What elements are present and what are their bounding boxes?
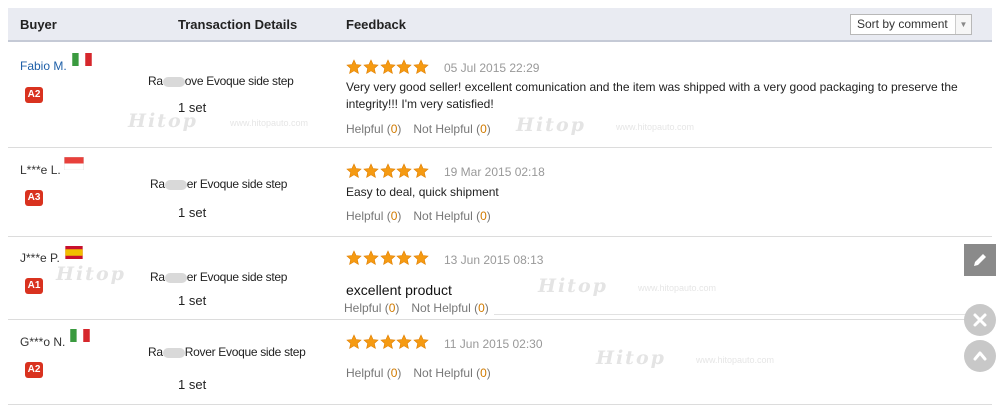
buyer-name: J***e P. (20, 251, 60, 265)
star-icon (346, 59, 362, 75)
transaction-column-header: Transaction Details (178, 17, 298, 32)
not-helpful-button[interactable]: Not Helpful (0) (411, 301, 488, 315)
star-icon (396, 250, 413, 266)
buyer-name: L***e L. (20, 163, 61, 177)
star-rating (346, 59, 430, 75)
star-icon (413, 163, 429, 179)
star-icon (346, 250, 362, 266)
star-icon (346, 334, 362, 350)
star-icon (363, 59, 379, 75)
chevron-down-icon[interactable]: ▼ (955, 15, 971, 34)
star-icon (413, 59, 429, 75)
star-icon (396, 59, 413, 75)
buyer-name-link[interactable]: Fabio M. (20, 59, 67, 73)
quantity: 1 set (178, 377, 207, 392)
watermark-url: www.hitopauto.com (230, 118, 309, 128)
helpful-button[interactable]: Helpful (0) (346, 366, 401, 380)
star-icon (396, 334, 413, 350)
review-date: 11 Jun 2015 02:30 (444, 337, 543, 351)
table-row: L***e L. A3 Ra er Evoque side step 1 set … (8, 148, 992, 237)
back-to-top-button[interactable] (964, 340, 996, 372)
chevron-up-icon (973, 351, 987, 361)
edit-button[interactable] (964, 244, 996, 276)
star-icon (379, 334, 396, 350)
watermark-logo: Hitop (538, 275, 608, 297)
helpful-button[interactable]: Helpful (0) (346, 122, 401, 136)
buyer-level-badge: A2 (25, 362, 43, 378)
watermark-url: www.hitopauto.com (616, 122, 695, 132)
buyer-column-header: Buyer (20, 17, 57, 32)
watermark-logo: Hitop (516, 114, 586, 136)
pencil-icon (974, 254, 986, 266)
product-name: Ra Rover Evoque side step (148, 345, 306, 359)
table-row: G***o N. A2 Ra Rover Evoque side step 1 s… (8, 320, 992, 405)
table-row: Fabio M. A2 Ra ove Evoque side step 1 set… (8, 44, 992, 148)
star-icon (379, 250, 396, 266)
star-rating (346, 250, 430, 266)
buyer-level-badge: A2 (25, 87, 43, 103)
star-icon (379, 59, 396, 75)
not-helpful-button[interactable]: Not Helpful (0) (413, 122, 490, 136)
star-icon (396, 163, 413, 179)
review-date: 19 Mar 2015 02:18 (444, 165, 545, 179)
watermark-logo: Hitop (56, 263, 126, 285)
close-icon (973, 313, 987, 327)
helpful-votes: Helpful (0) Not Helpful (0) (346, 122, 491, 136)
buyer-level-badge: A3 (25, 190, 43, 206)
spain-flag-icon (65, 246, 83, 259)
feedback-column-header: Feedback (346, 17, 406, 32)
helpful-button[interactable]: Helpful (0) (344, 301, 399, 315)
helpful-votes: Helpful (0) Not Helpful (0) (346, 366, 491, 380)
star-icon (346, 163, 362, 179)
not-helpful-button[interactable]: Not Helpful (0) (413, 366, 490, 380)
buyer-name: G***o N. (20, 335, 66, 349)
italy-flag-icon (70, 329, 90, 342)
quantity: 1 set (178, 293, 207, 308)
table-row: J***e P. A1 Hitop Ra er Evoque side step … (8, 237, 992, 320)
star-rating (346, 163, 430, 179)
star-icon (413, 250, 429, 266)
italy-flag-icon (72, 53, 92, 66)
star-icon (363, 163, 379, 179)
star-icon (379, 163, 396, 179)
star-icon (363, 334, 379, 350)
divider (494, 314, 970, 315)
review-comment: Very very good seller! excellent comunic… (346, 80, 958, 111)
star-icon (363, 250, 379, 266)
star-icon (413, 334, 429, 350)
watermark-logo: Hitop (128, 110, 198, 132)
close-button[interactable] (964, 304, 996, 336)
sort-select-value: Sort by comment (857, 17, 948, 31)
product-name: Ra er Evoque side step (150, 270, 288, 284)
review-comment: Easy to deal, quick shipment (346, 185, 499, 199)
helpful-button[interactable]: Helpful (0) (346, 209, 401, 223)
helpful-votes: Helpful (0) Not Helpful (0) (346, 209, 491, 223)
singapore-flag-icon (64, 157, 84, 170)
product-name: Ra ove Evoque side step (148, 74, 294, 88)
star-rating (346, 334, 430, 350)
product-name: Ra er Evoque side step (150, 177, 288, 191)
watermark-url: www.hitopauto.com (696, 355, 775, 365)
sort-select[interactable]: Sort by comment ▼ (850, 14, 972, 35)
helpful-votes: Helpful (0) Not Helpful (0) (344, 301, 489, 315)
review-date: 05 Jul 2015 22:29 (444, 61, 540, 75)
watermark-logo: Hitop (596, 347, 666, 369)
buyer-level-badge: A1 (25, 278, 43, 294)
not-helpful-button[interactable]: Not Helpful (0) (413, 209, 490, 223)
quantity: 1 set (178, 205, 207, 220)
review-date: 13 Jun 2015 08:13 (444, 253, 544, 267)
feedback-table-header: Buyer Transaction Details Feedback Sort … (8, 8, 992, 42)
watermark-url: www.hitopauto.com (638, 283, 717, 293)
